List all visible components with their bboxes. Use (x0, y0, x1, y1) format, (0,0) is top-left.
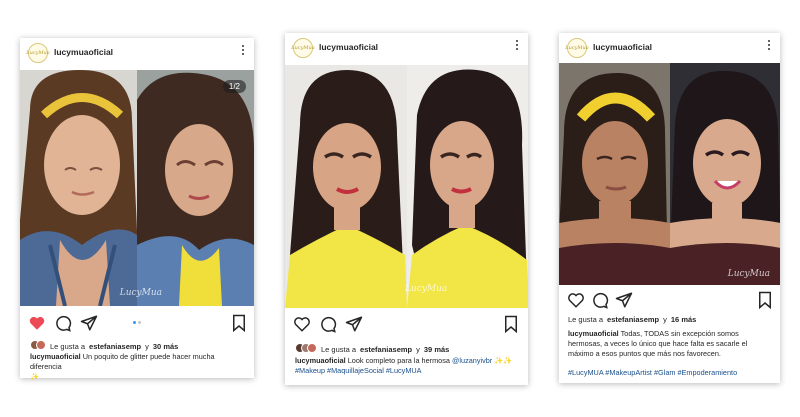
avatar[interactable]: LucyMua (26, 43, 50, 63)
more-options-icon[interactable] (242, 45, 245, 57)
likes-y: y (145, 341, 149, 351)
caption-username[interactable]: lucymuaoficial (568, 329, 619, 338)
avatar[interactable]: LucyMua (291, 38, 315, 58)
comment-icon[interactable] (319, 315, 337, 333)
post-card-1: LucyMua lucymuaoficial 1/2 LucyMua Le gu… (20, 38, 254, 381)
share-icon[interactable] (345, 315, 363, 333)
share-icon[interactable] (615, 291, 633, 309)
comment-icon[interactable] (591, 291, 609, 309)
likes-line[interactable]: Le gusta a estefaniasemp y 39 más (295, 343, 449, 355)
username[interactable]: lucymuaoficial (319, 42, 378, 52)
carousel-indicator (133, 321, 141, 324)
action-bar (559, 291, 780, 311)
post-header: LucyMua lucymuaoficial (559, 33, 780, 63)
likes-line[interactable]: Le gusta a estefaniasemp y 16 más (568, 315, 696, 324)
liker-avatars (30, 340, 46, 352)
post-card-3: LucyMua lucymuaoficial LucyMua Le gusta … (559, 33, 780, 383)
likes-user[interactable]: estefaniasemp (89, 342, 141, 351)
likes-line[interactable]: Le gusta a estefaniasemp y 30 más (30, 340, 178, 352)
likes-prefix: Le gusta a (568, 315, 604, 324)
likes-y: y (416, 344, 420, 354)
heart-icon[interactable] (567, 291, 585, 309)
more-options-icon[interactable] (768, 40, 771, 52)
likes-prefix: Le gusta a (321, 344, 357, 354)
side-view-photo (406, 65, 528, 308)
share-icon[interactable] (80, 314, 98, 332)
likes-y: y (663, 315, 667, 324)
action-bar (20, 314, 254, 334)
bookmark-icon[interactable] (502, 315, 520, 333)
caption-mention[interactable]: @luzanyivbr (452, 356, 492, 365)
caption-emoji: ✨ (30, 372, 40, 381)
caption-emoji: ✨✨ (494, 356, 513, 365)
post-header: LucyMua lucymuaoficial (20, 38, 254, 68)
post-photo[interactable]: 1/2 LucyMua (20, 70, 254, 306)
likes-user[interactable]: estefaniasemp (607, 315, 659, 324)
slide-counter-badge: 1/2 (222, 80, 246, 93)
likes-count[interactable]: 30 más (153, 342, 178, 351)
caption: lucymuaoficial Un poquito de glitter pue… (30, 352, 246, 382)
caption-text: Look completo para la hermosa (347, 356, 450, 365)
watermark: LucyMua (119, 288, 162, 298)
front-view-photo (285, 65, 407, 308)
avatar[interactable]: LucyMua (565, 38, 589, 58)
likes-count[interactable]: 39 más (424, 345, 449, 354)
caption-username[interactable]: lucymuaoficial (295, 356, 346, 365)
before-photo (20, 70, 137, 306)
action-bar (285, 315, 528, 335)
heart-icon[interactable] (293, 315, 311, 333)
caption: lucymuaoficial Look completo para la her… (295, 356, 520, 376)
bookmark-icon[interactable] (756, 291, 774, 309)
liker-avatars (295, 343, 317, 355)
caption-username[interactable]: lucymuaoficial (30, 352, 81, 361)
likes-prefix: Le gusta a (50, 341, 86, 351)
caption-hashtags[interactable]: #LucyMUA #MakeupArtist #Glam #Empoderami… (568, 368, 772, 378)
post-card-2: LucyMua lucymuaoficial LucyMua Le gusta … (285, 33, 528, 385)
after-photo (137, 70, 254, 306)
likes-count[interactable]: 16 más (671, 315, 696, 324)
caption-hashtags[interactable]: #Makeup #MaquillajeSocial #LucyMUA (295, 366, 422, 375)
username[interactable]: lucymuaoficial (593, 42, 652, 52)
before-photo (559, 63, 670, 285)
likes-user[interactable]: estefaniasemp (360, 345, 412, 354)
more-options-icon[interactable] (516, 40, 519, 52)
watermark: LucyMua (405, 284, 448, 294)
comment-icon[interactable] (54, 314, 72, 332)
post-photo[interactable]: LucyMua (285, 65, 528, 308)
heart-icon[interactable] (28, 314, 46, 332)
bookmark-icon[interactable] (230, 314, 248, 332)
username[interactable]: lucymuaoficial (54, 47, 113, 57)
watermark: LucyMua (727, 269, 770, 279)
after-photo (669, 63, 780, 285)
caption: lucymuaoficial Todas, TODAS sin excepció… (568, 329, 772, 359)
post-header: LucyMua lucymuaoficial (285, 33, 528, 63)
post-photo[interactable]: LucyMua (559, 63, 780, 285)
